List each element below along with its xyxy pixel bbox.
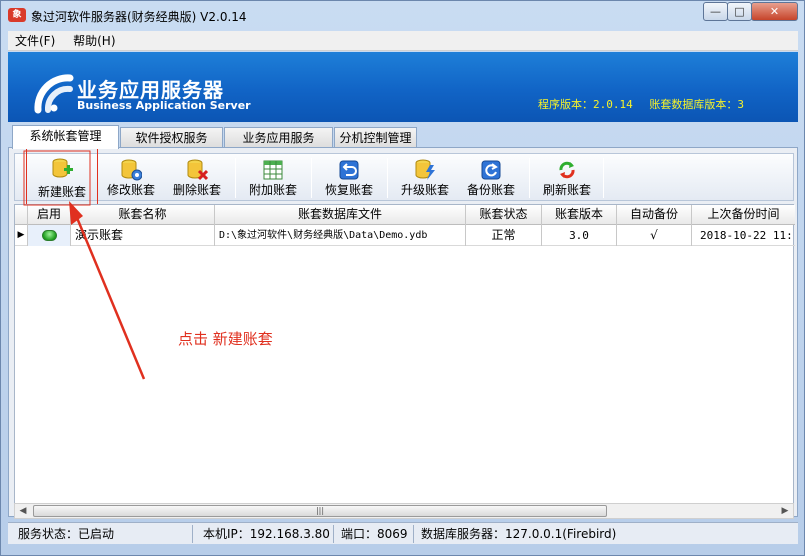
tab-business-service[interactable]: 业务应用服务 — [224, 127, 333, 148]
tab-content: 新建账套 修改账套 删除账套 附加账套 恢复账套 升级账套 备份账套 刷新账套 … — [8, 147, 798, 519]
new-account-button[interactable]: 新建账套 — [26, 148, 98, 208]
edit-account-label: 修改账套 — [106, 183, 155, 197]
attach-account-button[interactable]: 附加账套 — [241, 157, 305, 199]
status-bar: 服务状态：已启动 本机IP：192.168.3.80 端口：8069 数据库服务… — [8, 522, 798, 544]
backup-account-button[interactable]: 备份账套 — [459, 157, 523, 199]
account-table: 启用 账套名称 账套数据库文件 账套状态 账套版本 自动备份 上次备份时间 ▶ … — [14, 204, 795, 504]
wifi-logo-icon — [34, 74, 74, 114]
refresh-account-label: 刷新账套 — [542, 183, 591, 197]
refresh-icon — [559, 161, 575, 179]
column-header[interactable]: 上次备份时间 — [692, 205, 795, 225]
scroll-thumb[interactable]: ||| — [33, 505, 607, 517]
close-button[interactable]: ✕ — [751, 2, 798, 21]
title-bar[interactable]: 象 象过河软件服务器(财务经典版) V2.0.14 — □ ✕ — [1, 1, 804, 31]
last-backup-cell[interactable]: 2018-10-22 11: — [692, 225, 795, 246]
column-header[interactable]: 自动备份 — [617, 205, 692, 225]
row-indicator-header — [15, 205, 28, 225]
table-row[interactable]: ▶ 演示账套 D:\象过河软件\财务经典版\Data\Demo.ydb 正常 3… — [15, 225, 795, 246]
app-logo-icon: 象 — [8, 8, 26, 22]
edit-account-button[interactable]: 修改账套 — [99, 157, 163, 199]
upgrade-icon — [415, 159, 435, 180]
toolbar-separator — [529, 158, 530, 198]
header-banner: 业务应用服务器 Business Application Server 程序版本… — [8, 52, 798, 122]
menu-help[interactable]: 帮助(H) — [66, 31, 122, 51]
tab-extension-control[interactable]: 分机控制管理 — [334, 127, 417, 148]
service-state: 服务状态：已启动 — [18, 527, 115, 541]
db-server: 数据库服务器：127.0.0.1(Firebird) — [421, 527, 617, 541]
db-version: 账套数据库版本：3 — [649, 98, 744, 111]
banner-subtitle: Business Application Server — [77, 99, 251, 112]
column-header[interactable]: 账套状态 — [466, 205, 542, 225]
column-header[interactable]: 账套版本 — [542, 205, 617, 225]
annotation-text: 点击 新建账套 — [178, 330, 273, 348]
column-header[interactable]: 账套数据库文件 — [215, 205, 466, 225]
toolbar-separator — [311, 158, 312, 198]
upgrade-account-button[interactable]: 升级账套 — [393, 157, 457, 199]
refresh-account-button[interactable]: 刷新账套 — [535, 157, 599, 199]
status-cell[interactable]: 正常 — [466, 225, 542, 246]
db-edit-icon — [121, 159, 142, 181]
menu-bar: 文件(F) 帮助(H) — [8, 31, 798, 51]
tab-license-service[interactable]: 软件授权服务 — [120, 127, 223, 148]
program-version: 程序版本：2.0.14 — [538, 98, 633, 111]
account-name-cell[interactable]: 演示账套 — [71, 225, 215, 246]
db-add-icon — [52, 158, 73, 178]
scroll-right-icon[interactable]: ▶ — [777, 504, 793, 518]
status-separator — [333, 525, 334, 543]
status-green-icon — [41, 230, 57, 241]
column-header[interactable]: 启用 — [28, 205, 71, 225]
version-info: 程序版本：2.0.14 账套数据库版本：3 — [538, 96, 754, 112]
toolbar: 新建账套 修改账套 删除账套 附加账套 恢复账套 升级账套 备份账套 刷新账套 — [14, 148, 794, 208]
status-separator — [413, 525, 414, 543]
status-separator — [192, 525, 193, 543]
scroll-left-icon[interactable]: ◀ — [15, 504, 31, 518]
column-header[interactable]: 账套名称 — [71, 205, 215, 225]
db-file-cell[interactable]: D:\象过河软件\财务经典版\Data\Demo.ydb — [215, 225, 466, 246]
app-window: 象 象过河软件服务器(财务经典版) V2.0.14 — □ ✕ 文件(F) 帮助… — [0, 0, 805, 556]
restore-account-label: 恢复账套 — [324, 183, 373, 197]
port: 端口：8069 — [341, 527, 408, 541]
toolbar-separator — [603, 158, 604, 198]
delete-account-button[interactable]: 删除账套 — [165, 157, 229, 199]
auto-backup-cell[interactable]: √ — [617, 225, 692, 246]
menu-file[interactable]: 文件(F) — [8, 31, 62, 51]
table-header: 启用 账套名称 账套数据库文件 账套状态 账套版本 自动备份 上次备份时间 — [15, 205, 795, 225]
tab-account-management[interactable]: 系统帐套管理 — [12, 125, 119, 149]
backup-icon — [481, 160, 501, 180]
version-cell[interactable]: 3.0 — [542, 225, 617, 246]
tab-strip: 系统帐套管理 软件授权服务 业务应用服务 分机控制管理 — [8, 125, 798, 149]
restore-account-button[interactable]: 恢复账套 — [317, 157, 381, 199]
maximize-button[interactable]: □ — [727, 2, 752, 21]
toolbar-separator — [235, 158, 236, 198]
horizontal-scrollbar[interactable]: ◀ ||| ▶ — [14, 503, 794, 519]
window-title: 象过河软件服务器(财务经典版) V2.0.14 — [31, 10, 247, 24]
restore-icon — [339, 160, 359, 180]
backup-account-label: 备份账套 — [466, 183, 515, 197]
toolbar-separator — [387, 158, 388, 198]
delete-account-label: 删除账套 — [172, 183, 221, 197]
attach-account-label: 附加账套 — [248, 183, 297, 197]
minimize-button[interactable]: — — [703, 2, 728, 21]
db-delete-icon — [187, 159, 208, 181]
row-indicator-icon: ▶ — [15, 225, 28, 246]
table-attach-icon — [263, 160, 283, 180]
new-account-label: 新建账套 — [37, 185, 86, 199]
upgrade-account-label: 升级账套 — [400, 183, 449, 197]
local-ip: 本机IP：192.168.3.80 — [203, 527, 330, 541]
enabled-cell[interactable] — [28, 225, 71, 246]
